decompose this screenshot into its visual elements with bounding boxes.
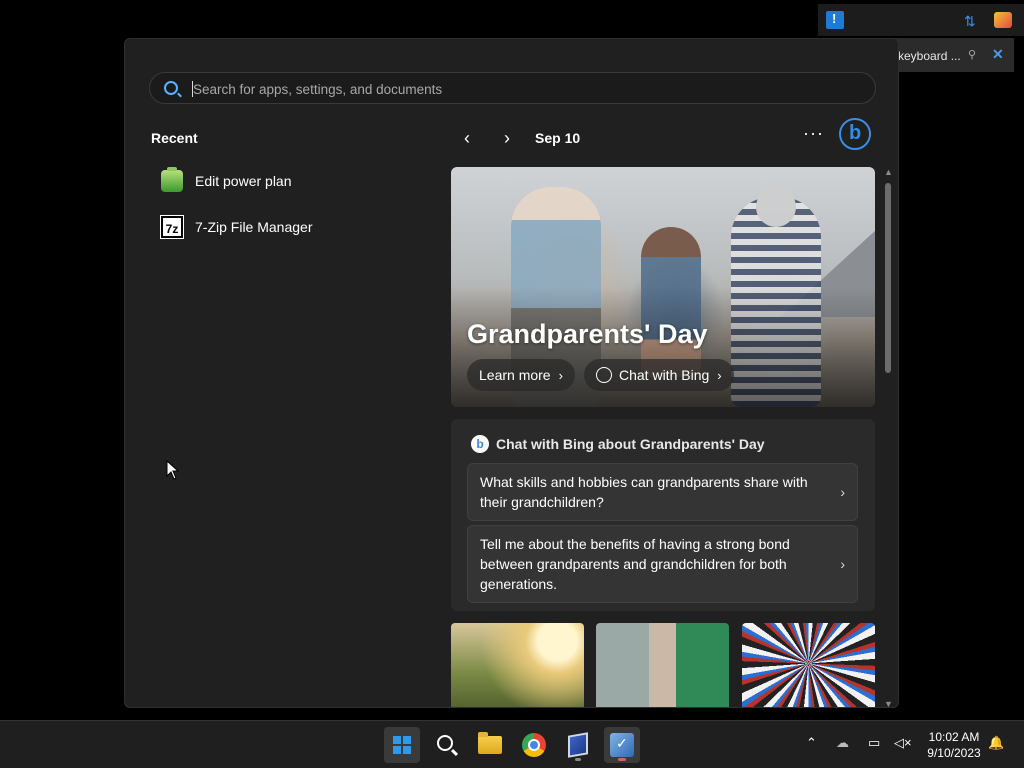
chevron-right-icon: › xyxy=(840,556,845,572)
chat-bubble-icon xyxy=(596,367,612,383)
windows-icon xyxy=(393,736,411,754)
close-icon[interactable]: ✕ xyxy=(992,46,1004,63)
chat-with-bing-button[interactable]: Chat with Bing › xyxy=(584,359,734,391)
network-icon[interactable]: ▭ xyxy=(868,735,880,751)
app-icon xyxy=(610,733,634,757)
bing-icon: b xyxy=(849,122,862,144)
learn-more-label: Learn more xyxy=(479,367,551,383)
scroll-up-icon[interactable]: ▲ xyxy=(884,167,893,177)
search-input[interactable] xyxy=(193,78,853,100)
pin-icon[interactable]: ⚲ xyxy=(968,48,976,61)
search-icon xyxy=(164,81,178,95)
desktop: ⇅ keyboard ... ⚲ ✕ Recent Edit power pla… xyxy=(0,0,1024,720)
hero-title: Grandparents' Day xyxy=(467,319,708,349)
start-button[interactable] xyxy=(384,727,420,763)
news-thumbnails xyxy=(451,623,875,707)
bing-question-1[interactable]: What skills and hobbies can grandparents… xyxy=(467,463,858,521)
recent-item-label: Edit power plan xyxy=(195,173,292,189)
virtualbox-icon xyxy=(568,732,588,758)
start-menu: Recent Edit power plan 7z 7-Zip File Man… xyxy=(124,38,899,708)
news-thumbnail[interactable] xyxy=(451,623,584,707)
chevron-up-icon[interactable]: ⌃ xyxy=(806,735,817,751)
taskbar-search-button[interactable] xyxy=(428,727,464,763)
battery-icon xyxy=(161,167,183,192)
scroll-down-icon[interactable]: ▼ xyxy=(884,699,893,707)
bing-card-title: Chat with Bing about Grandparents' Day xyxy=(496,436,765,452)
chevron-right-icon: › xyxy=(717,367,722,383)
taskbar: ⌃ ☁ ▭ ◁× 10:02 AM 9/10/2023 🔔 xyxy=(0,720,1024,768)
bing-icon: b xyxy=(471,435,489,453)
system-clock[interactable]: 10:02 AM 9/10/2023 xyxy=(922,729,986,761)
question-text: Tell me about the benefits of having a s… xyxy=(480,536,790,592)
scrollbar-thumb[interactable] xyxy=(885,183,891,373)
search-box[interactable] xyxy=(149,72,876,104)
notification-text: keyboard ... xyxy=(898,49,961,63)
running-indicator xyxy=(575,758,581,761)
bing-chat-card: b Chat with Bing about Grandparents' Day… xyxy=(451,419,875,611)
more-options-icon[interactable]: ··· xyxy=(803,123,824,144)
question-text: What skills and hobbies can grandparents… xyxy=(480,474,808,510)
7zip-icon: 7z xyxy=(160,215,184,239)
sort-icon[interactable]: ⇅ xyxy=(964,13,976,30)
chevron-right-icon[interactable]: › xyxy=(495,127,519,151)
onedrive-icon[interactable]: ☁ xyxy=(836,735,849,751)
learn-more-button[interactable]: Learn more › xyxy=(467,359,575,391)
volume-muted-icon[interactable]: ◁× xyxy=(894,735,912,751)
bing-button[interactable]: b xyxy=(839,118,871,150)
bing-question-2[interactable]: Tell me about the benefits of having a s… xyxy=(467,525,858,603)
virtualbox-button[interactable] xyxy=(560,727,596,763)
recent-item-edit-power-plan[interactable]: Edit power plan xyxy=(151,163,431,199)
search-icon xyxy=(437,735,453,751)
app-button[interactable] xyxy=(604,727,640,763)
bing-card-header: b Chat with Bing about Grandparents' Day xyxy=(471,435,765,453)
news-thumbnail[interactable] xyxy=(596,623,729,707)
widgets-feed: Grandparents' Day Learn more › Chat with… xyxy=(451,167,875,707)
widgets-nav: ‹ › Sep 10 ··· b xyxy=(451,118,875,151)
recent-item-label: 7-Zip File Manager xyxy=(195,219,313,235)
notification-bell-icon[interactable]: 🔔 xyxy=(988,735,1004,751)
chevron-left-icon[interactable]: ‹ xyxy=(455,127,479,151)
feedback-icon[interactable] xyxy=(826,11,844,29)
chat-with-bing-label: Chat with Bing xyxy=(619,367,710,383)
widget-date: Sep 10 xyxy=(535,130,581,146)
palette-icon[interactable] xyxy=(994,12,1012,28)
chevron-right-icon: › xyxy=(558,367,563,383)
running-indicator xyxy=(618,758,626,761)
file-explorer-button[interactable] xyxy=(472,727,508,763)
recent-item-7zip[interactable]: 7z 7-Zip File Manager xyxy=(151,209,431,245)
chrome-icon xyxy=(522,733,546,757)
news-thumbnail[interactable] xyxy=(742,623,875,707)
clock-date: 9/10/2023 xyxy=(927,746,981,760)
chrome-button[interactable] xyxy=(516,727,552,763)
clock-time: 10:02 AM xyxy=(928,730,980,744)
folder-icon xyxy=(478,732,502,754)
widgets-scrollbar[interactable]: ▲ ▼ xyxy=(883,167,893,707)
hero-card[interactable]: Grandparents' Day Learn more › Chat with… xyxy=(451,167,875,407)
top-tray-widget: ⇅ xyxy=(818,4,1024,36)
recent-heading: Recent xyxy=(151,130,198,146)
chevron-right-icon: › xyxy=(840,484,845,500)
